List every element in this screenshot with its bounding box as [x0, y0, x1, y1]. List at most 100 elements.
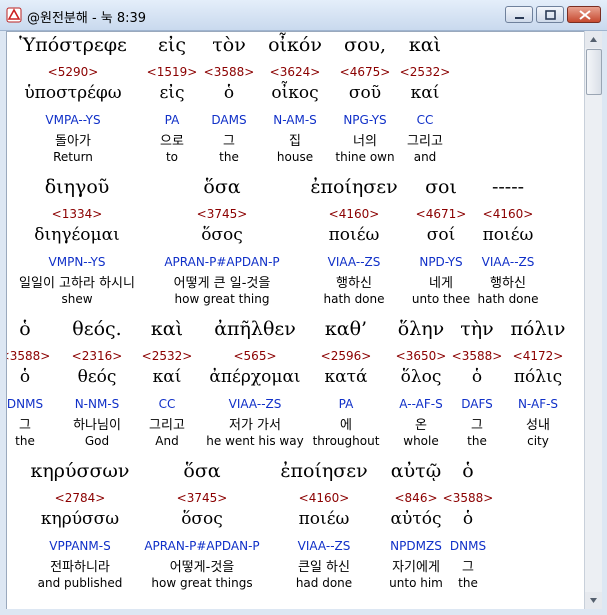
word-strong[interactable]: <4160>	[483, 207, 534, 221]
word-strong[interactable]: <3588>	[204, 65, 255, 79]
word-strong[interactable]: <1334>	[52, 207, 103, 221]
word-kor: 행하신	[490, 276, 526, 291]
word-kor: 그리고	[407, 134, 443, 149]
word-greek: τὴν	[460, 318, 494, 340]
word-parse: N-NM-S	[74, 397, 120, 411]
word-eng: he went his way	[206, 434, 304, 448]
word-eng: house	[276, 150, 314, 164]
word-lemma: καί	[152, 367, 182, 387]
word-strong[interactable]: <2532>	[142, 349, 193, 363]
word-lemma: ὅσος	[181, 509, 223, 529]
word-strong[interactable]: <2316>	[72, 349, 123, 363]
word-parse: APRAN-P#APDAN-P	[144, 539, 260, 553]
word-kor: 그리고	[149, 418, 185, 433]
word-kor: 그	[19, 418, 31, 433]
word-strong[interactable]: <3650>	[396, 349, 447, 363]
word-strong[interactable]: <2784>	[55, 491, 106, 505]
word-parse: NPDMZS	[390, 539, 442, 553]
word-strong[interactable]: <4172>	[513, 349, 564, 363]
word-strong[interactable]: <3588>	[443, 491, 494, 505]
word-strong[interactable]: <3745>	[197, 207, 248, 221]
word-eng: city	[527, 434, 549, 448]
minimize-button[interactable]	[505, 6, 533, 23]
analysis-pane: Ὑπόστρεφε <5290> ὑποστρέφω VMPA--YS 돌아가 Retur…	[6, 31, 584, 611]
word-lemma: ὑποστρέφω	[24, 83, 122, 103]
word-eng: and	[413, 150, 437, 164]
word-kor: 그	[223, 134, 235, 149]
word-parse: CC	[416, 113, 434, 127]
word-strong[interactable]: <565>	[233, 349, 276, 363]
word-strong[interactable]: <1519>	[147, 65, 198, 79]
word-strong[interactable]: <2596>	[321, 349, 372, 363]
window-bottom-border	[0, 609, 607, 615]
word-greek: ἀπῆλθεν	[214, 318, 296, 340]
word-parse: DAFS	[461, 397, 493, 411]
word-strong[interactable]: <3745>	[177, 491, 228, 505]
word-parse: VIAA--ZS	[297, 539, 351, 553]
maximize-button[interactable]	[536, 6, 564, 23]
word-parse: VIAA--ZS	[327, 255, 381, 269]
word-parse: APRAN-P#APDAN-P	[164, 255, 280, 269]
word-greek: ὅλην	[397, 318, 445, 340]
word-parse: NPG-YS	[343, 113, 387, 127]
word-lemma: θεός	[77, 367, 117, 387]
word-strong[interactable]: <846>	[394, 491, 437, 505]
word-eng: to	[165, 150, 179, 164]
word-kor: 하나님이	[73, 418, 121, 433]
word-strong[interactable]: <3588>	[7, 349, 50, 363]
word-kor: 큰일 하신	[298, 560, 350, 575]
close-button[interactable]	[567, 6, 601, 23]
word-strong[interactable]: <3588>	[452, 349, 503, 363]
word-greek: ἐποίησεν	[280, 460, 368, 482]
word-eng: God	[84, 434, 110, 448]
word-greek: καὶ	[150, 318, 184, 340]
word-strong[interactable]: <4160>	[299, 491, 350, 505]
word-kor: 어떻게-것을	[169, 560, 235, 575]
word-lemma: οἶκος	[271, 83, 319, 103]
word-greek: σου,	[344, 34, 386, 56]
word-greek: κηρύσσων	[30, 460, 130, 482]
word-strong[interactable]: <4160>	[329, 207, 380, 221]
vertical-scrollbar[interactable]	[584, 31, 602, 609]
word-lemma: ποιέω	[328, 225, 380, 245]
word-kor: 그	[471, 418, 483, 433]
scroll-down-button[interactable]	[585, 592, 602, 609]
word-eng: unto thee	[411, 292, 471, 306]
word-parse: VIAA--ZS	[481, 255, 535, 269]
word-strong[interactable]: <5290>	[48, 65, 99, 79]
word-parse: CC	[158, 397, 176, 411]
word-eng: the	[219, 150, 239, 164]
word-eng: had done	[295, 576, 353, 590]
word-kor: 으로	[160, 134, 184, 149]
word-parse: VMPN--YS	[48, 255, 106, 269]
word-eng: hath done	[323, 292, 385, 306]
word-strong[interactable]: <2532>	[400, 65, 451, 79]
minimize-icon	[515, 17, 524, 19]
word-eng: shew	[61, 292, 93, 306]
word-parse: DNMS	[6, 397, 44, 411]
word-lemma: καί	[410, 83, 440, 103]
word-parse: A--AF-S	[399, 397, 443, 411]
word-greek: εἰς	[158, 34, 186, 56]
word-greek: αὐτῷ	[390, 460, 442, 482]
word-strong[interactable]: <3624>	[270, 65, 321, 79]
word-greek: διηγοῦ	[44, 176, 110, 198]
word-strong[interactable]: <4671>	[416, 207, 467, 221]
word-parse: VIAA--ZS	[228, 397, 282, 411]
word-greek: θεός.	[72, 318, 122, 340]
word-eng: And	[155, 434, 179, 448]
word-kor: 네게	[429, 276, 453, 291]
word-kor: 성내	[526, 418, 550, 433]
word-strong[interactable]: <4675>	[340, 65, 391, 79]
word-greek: τὸν	[212, 34, 246, 56]
word-kor: 집	[289, 134, 301, 149]
arrow-down-icon	[590, 598, 597, 603]
scroll-up-button[interactable]	[585, 31, 602, 48]
word-eng: throughout	[312, 434, 380, 448]
word-eng: thine own	[335, 150, 395, 164]
scroll-thumb[interactable]	[586, 49, 602, 95]
word-lemma: αὐτός	[390, 509, 442, 529]
word-kor: 너의	[353, 134, 377, 149]
word-eng: and published	[37, 576, 123, 590]
word-greek: καὶ	[408, 34, 442, 56]
